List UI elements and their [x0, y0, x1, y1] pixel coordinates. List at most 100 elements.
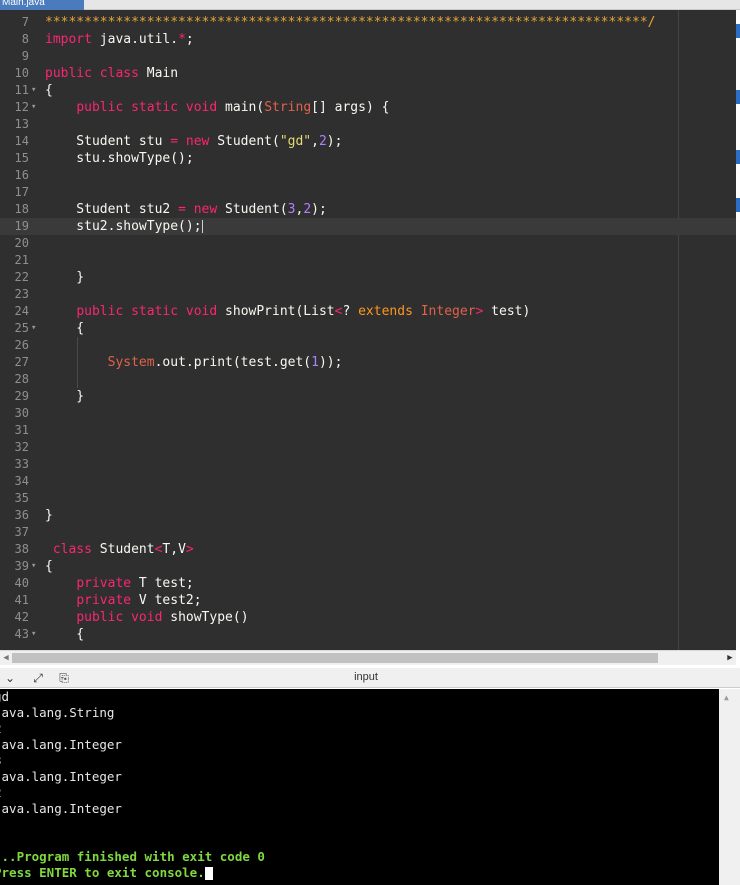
code-line[interactable]: 9 — [0, 48, 736, 65]
tab-main-java[interactable]: Main.java — [0, 0, 84, 10]
code-line[interactable]: 42 public void showType() — [0, 609, 736, 626]
code-line[interactable]: 36} — [0, 507, 736, 524]
code-text: { — [45, 320, 84, 337]
code-line[interactable]: 23 — [0, 286, 736, 303]
code-line[interactable]: 40 private T test; — [0, 575, 736, 592]
code-line[interactable]: 10 public class Main — [0, 65, 736, 82]
code-line[interactable]: 20 — [0, 235, 736, 252]
line-number: 10 — [14, 66, 29, 80]
indent-guide — [77, 371, 78, 388]
fold-toggle-icon[interactable]: ▾ — [31, 626, 41, 643]
code-text: private V test2; — [45, 592, 201, 609]
code-line[interactable]: 31 — [0, 422, 736, 439]
copy-icon[interactable]: ⎘ — [56, 670, 72, 686]
console-line: 3 — [0, 753, 265, 769]
code-line[interactable]: 7 ***************************************… — [0, 14, 736, 31]
expand-icon[interactable]: ⤢ — [30, 670, 46, 686]
code-line[interactable]: 24 public static void showPrint(List<? e… — [0, 303, 736, 320]
code-line[interactable]: 16 — [0, 167, 736, 184]
code-line[interactable]: 33 — [0, 456, 736, 473]
console-text: gd — [0, 689, 10, 704]
code-line[interactable]: 28 — [0, 371, 736, 388]
tab-bar: Main.java — [0, 0, 740, 10]
console-lines: gdjava.lang.String2java.lang.Integer3jav… — [0, 689, 265, 881]
code-token: public — [76, 100, 124, 115]
line-number: 25 — [14, 321, 29, 335]
code-line[interactable]: 8 import java.util.*; — [0, 31, 736, 48]
code-line[interactable]: 41 private V test2; — [0, 592, 736, 609]
code-text: } — [45, 507, 53, 524]
code-line[interactable]: 26 — [0, 337, 736, 354]
code-token: Integer — [420, 304, 476, 319]
code-text: private T test; — [45, 575, 193, 592]
line-number: 19 — [14, 219, 29, 233]
code-line[interactable]: 12 ▾ public static void main(String[] arg… — [0, 99, 736, 116]
code-text: Student stu = new Student("gd",2); — [45, 133, 342, 150]
line-number: 21 — [14, 253, 29, 267]
code-line[interactable]: 21 — [0, 252, 736, 269]
code-line[interactable]: 39 ▾ { — [0, 558, 736, 575]
code-token: new — [193, 202, 218, 217]
code-line[interactable]: 30 — [0, 405, 736, 422]
code-line[interactable]: 35 — [0, 490, 736, 507]
code-line[interactable]: 32 — [0, 439, 736, 456]
edge-marker — [736, 90, 740, 104]
code-token: = — [178, 202, 186, 217]
fold-toggle-icon[interactable]: ▾ — [31, 82, 41, 99]
code-text: Student stu2 = new Student(3,2); — [45, 201, 327, 218]
code-token: "gd" — [279, 134, 312, 149]
scrollbar-thumb[interactable] — [12, 653, 658, 663]
scroll-left-arrow-icon[interactable]: ◀ — [0, 651, 12, 665]
code-line[interactable]: 14 Student stu = new Student("gd",2); — [0, 133, 736, 150]
code-token: static — [131, 100, 179, 115]
code-line[interactable]: 38 class Student<T,V> — [0, 541, 736, 558]
console-vertical-scrollbar[interactable]: ▲ — [719, 689, 740, 885]
line-number: 41 — [14, 593, 29, 607]
code-line[interactable]: 27 System.out.print(test.get(1)); — [0, 354, 736, 371]
code-lines[interactable]: 7 ***************************************… — [0, 14, 736, 643]
code-line[interactable]: 15 stu.showType(); — [0, 150, 736, 167]
console-text: java.lang.String — [0, 705, 115, 720]
code-line[interactable]: 37 — [0, 524, 736, 541]
line-number: 34 — [14, 474, 29, 488]
code-line[interactable]: 43 ▾ { — [0, 626, 736, 643]
code-token: static — [131, 304, 179, 319]
code-line[interactable]: 18 Student stu2 = new Student(3,2); — [0, 201, 736, 218]
code-line[interactable]: 22 } — [0, 269, 736, 286]
code-text: stu2.showType(); — [45, 218, 203, 235]
code-token: stu.showType(); — [45, 151, 194, 166]
line-number: 22 — [14, 270, 29, 284]
code-token: Student( — [209, 134, 280, 149]
code-line[interactable]: 34 — [0, 473, 736, 490]
horizontal-scrollbar[interactable]: ◀ ▶ — [0, 650, 736, 665]
console-line: 2 — [0, 785, 265, 801]
code-token: class — [52, 542, 92, 557]
code-line[interactable]: 17 — [0, 184, 736, 201]
line-number: 13 — [14, 117, 29, 131]
code-token: showType() — [162, 610, 249, 625]
line-number: 15 — [14, 151, 29, 165]
code-line[interactable]: 19 stu2.showType(); — [0, 218, 736, 235]
line-number: 12 — [14, 100, 29, 114]
code-line[interactable]: 11 ▾ { — [0, 82, 736, 99]
line-number: 28 — [14, 372, 29, 386]
code-editor[interactable]: 7 ***************************************… — [0, 10, 736, 650]
code-line[interactable]: 25 ▾ { — [0, 320, 736, 337]
fold-toggle-icon[interactable]: ▾ — [31, 99, 41, 116]
line-number: 18 — [14, 202, 29, 216]
fold-toggle-icon[interactable]: ▾ — [31, 320, 41, 337]
chevron-down-icon[interactable]: ⌄ — [2, 670, 18, 686]
code-line[interactable]: 13 — [0, 116, 736, 133]
console-cursor — [204, 867, 213, 880]
code-line[interactable]: 29 } — [0, 388, 736, 405]
console-text: 3 — [0, 753, 2, 768]
scroll-up-arrow-icon[interactable]: ▲ — [724, 693, 729, 702]
fold-toggle-icon[interactable]: ▾ — [31, 558, 41, 575]
console-output[interactable]: gdjava.lang.String2java.lang.Integer3jav… — [0, 689, 719, 885]
scroll-right-arrow-icon[interactable]: ▶ — [724, 651, 736, 665]
